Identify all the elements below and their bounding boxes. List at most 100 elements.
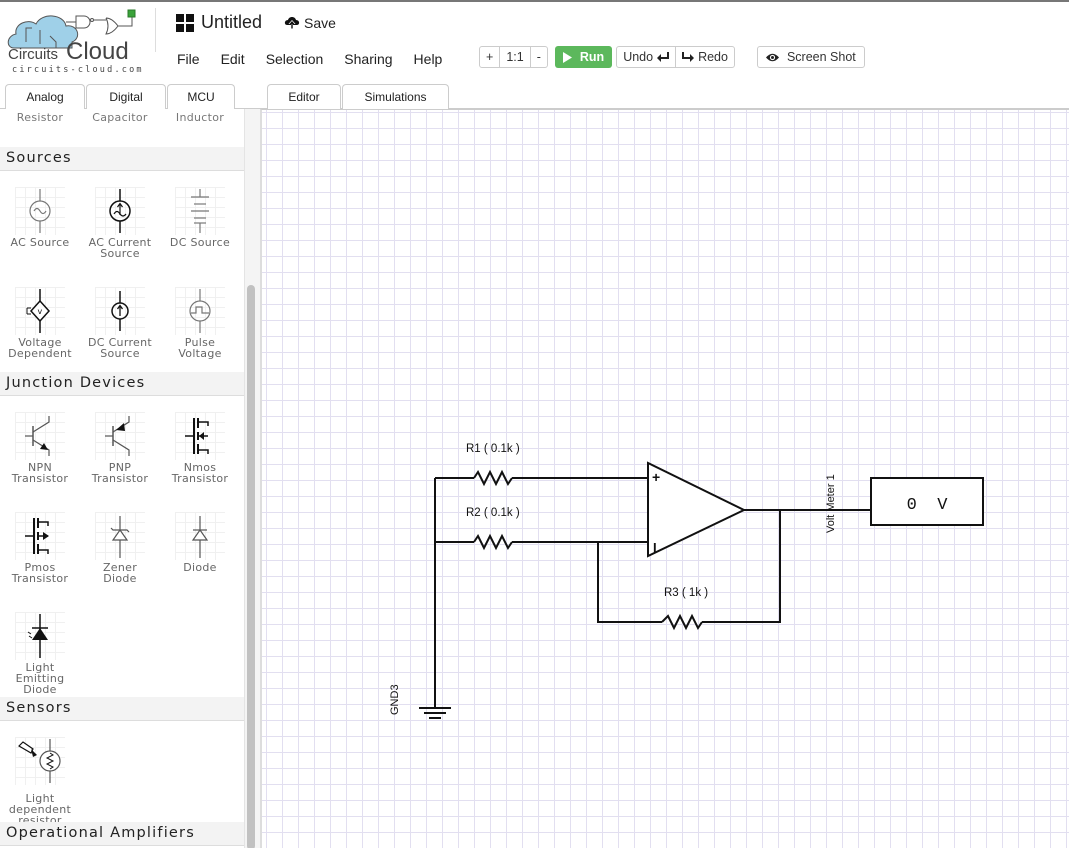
item-label-2: Transistor xyxy=(11,472,69,485)
component-pnp-transistor[interactable]: PNP Transistor xyxy=(80,412,160,484)
zoom-reset-button[interactable]: 1:1 xyxy=(499,47,529,67)
item-label: Diode xyxy=(183,561,217,574)
undo-button[interactable]: Undo xyxy=(617,47,675,67)
dc-current-source-icon xyxy=(111,291,129,331)
redo-label: Redo xyxy=(698,50,728,64)
screenshot-label: Screen Shot xyxy=(786,50,856,64)
main-menu: File Edit Selection Sharing Help xyxy=(177,51,463,67)
play-icon xyxy=(562,51,572,63)
resistor-r3[interactable] xyxy=(661,613,703,631)
resistor-r1[interactable] xyxy=(473,469,513,487)
editor-tabs: Editor Simulations xyxy=(267,84,450,109)
component-diode[interactable]: Diode xyxy=(160,512,240,573)
item-label: AC Source xyxy=(10,236,70,249)
ac-current-source-icon xyxy=(109,189,131,233)
eye-icon xyxy=(765,53,779,61)
item-label-2: Voltage xyxy=(178,347,222,360)
section-sources[interactable]: Sources xyxy=(0,147,244,171)
tab-simulations[interactable]: Simulations xyxy=(342,84,449,109)
circuit-diagram: + I R1 ( 0.1k ) R2 ( 0.1k ) R3 ( 1k ) Vo… xyxy=(389,443,984,719)
tab-analog[interactable]: Analog xyxy=(5,84,85,109)
header-divider xyxy=(155,8,156,52)
save-label: Save xyxy=(304,14,336,31)
passive-components-row: Resistor Capacitor Inductor xyxy=(0,111,240,124)
section-operational-amplifiers[interactable]: Operational Amplifiers xyxy=(0,822,244,846)
section-sensors[interactable]: Sensors xyxy=(0,697,244,721)
menu-help[interactable]: Help xyxy=(414,51,443,67)
pmos-transistor-icon xyxy=(25,518,49,554)
tab-editor[interactable]: Editor xyxy=(267,84,341,109)
component-ldr[interactable]: Light dependent resistor xyxy=(0,737,80,826)
voltage-dependent-icon: v xyxy=(26,289,51,333)
undo-icon xyxy=(657,52,670,62)
component-led[interactable]: Light Emitting Diode xyxy=(0,612,80,695)
tab-mcu[interactable]: MCU xyxy=(167,84,235,109)
item-label-2: Diode xyxy=(103,572,137,585)
zener-diode-icon xyxy=(110,516,130,558)
screenshot-button[interactable]: Screen Shot xyxy=(756,46,865,68)
ground-symbol[interactable] xyxy=(419,707,451,719)
component-nmos-transistor[interactable]: Nmos Transistor xyxy=(160,412,240,484)
dashboard-grid-icon[interactable] xyxy=(176,13,194,32)
menu-selection[interactable]: Selection xyxy=(266,51,324,67)
menu-edit[interactable]: Edit xyxy=(221,51,245,67)
circuits-cloud-logo[interactable]: Circuits Cloud circuits-cloud.com xyxy=(6,6,156,75)
opamp-plus-sign: + xyxy=(652,469,660,485)
item-label: DC Source xyxy=(169,236,231,249)
menu-sharing[interactable]: Sharing xyxy=(344,51,392,67)
ac-source-icon xyxy=(29,189,51,233)
item-label-2: Transistor xyxy=(11,572,69,585)
sidebar-scrollbar-thumb[interactable] xyxy=(247,285,255,848)
component-resistor[interactable]: Resistor xyxy=(0,111,80,124)
diode-icon xyxy=(191,516,209,558)
led-icon xyxy=(27,614,48,658)
component-inductor[interactable]: Inductor xyxy=(160,111,240,124)
component-npn-transistor[interactable]: NPN Transistor xyxy=(0,412,80,484)
nmos-transistor-icon xyxy=(185,418,209,454)
component-dc-source[interactable]: DC Source xyxy=(160,187,240,248)
cloud-upload-icon xyxy=(284,17,300,29)
npn-transistor-icon xyxy=(25,416,50,456)
svg-text:v: v xyxy=(37,307,42,316)
zoom-controls: + 1:1 - xyxy=(479,46,548,68)
pnp-transistor-icon xyxy=(105,416,130,456)
component-pmos-transistor[interactable]: Pmos Transistor xyxy=(0,512,80,584)
dc-source-icon xyxy=(191,189,209,233)
run-label: Run xyxy=(579,50,605,64)
r1-label: R1 ( 0.1k ) xyxy=(466,443,520,455)
component-ac-current-source[interactable]: AC Current Source xyxy=(80,187,160,259)
redo-button[interactable]: Redo xyxy=(675,47,734,67)
component-dc-current-source[interactable]: DC Current Source xyxy=(80,287,160,359)
voltmeter-label: Volt Meter 1 xyxy=(825,474,837,533)
component-voltage-dependent[interactable]: v Voltage Dependent xyxy=(0,287,80,359)
circuit-canvas[interactable]: + I R1 ( 0.1k ) R2 ( 0.1k ) R3 ( 1k ) Vo… xyxy=(260,109,1069,848)
tab-digital[interactable]: Digital xyxy=(86,84,166,109)
pulse-voltage-icon xyxy=(189,289,211,333)
undo-label: Undo xyxy=(623,50,654,64)
section-junction-devices[interactable]: Junction Devices xyxy=(0,372,244,396)
item-label-3: Diode xyxy=(23,683,57,696)
component-capacitor[interactable]: Capacitor xyxy=(80,111,160,124)
opamp-minus-sign: I xyxy=(653,540,657,555)
save-button[interactable]: Save xyxy=(284,15,336,31)
component-pulse-voltage[interactable]: Pulse Voltage xyxy=(160,287,240,359)
item-label-2: Transistor xyxy=(91,472,149,485)
voltmeter-reading: 0 V xyxy=(907,496,949,515)
toolbar: + 1:1 - Run Undo Redo Screen Shot xyxy=(479,46,865,68)
item-label-2: Source xyxy=(100,347,140,360)
library-tabs: Analog Digital MCU xyxy=(5,84,236,109)
resistor-r2[interactable] xyxy=(473,533,513,551)
zoom-in-button[interactable]: + xyxy=(480,47,499,67)
component-library: Resistor Capacitor Inductor Sources AC S… xyxy=(0,109,244,848)
menu-file[interactable]: File xyxy=(177,51,200,67)
app-window: Circuits Cloud circuits-cloud.com Untitl… xyxy=(0,0,1069,848)
component-ac-source[interactable]: AC Source xyxy=(0,187,80,248)
opamp[interactable] xyxy=(647,461,747,558)
component-zener-diode[interactable]: Zener Diode xyxy=(80,512,160,584)
item-label-2: Source xyxy=(100,247,140,260)
document-title[interactable]: Untitled xyxy=(201,12,262,33)
item-label-2: Transistor xyxy=(171,472,229,485)
wire-feedback-right[interactable] xyxy=(702,510,781,623)
run-button[interactable]: Run xyxy=(554,46,613,68)
zoom-out-button[interactable]: - xyxy=(529,47,547,67)
